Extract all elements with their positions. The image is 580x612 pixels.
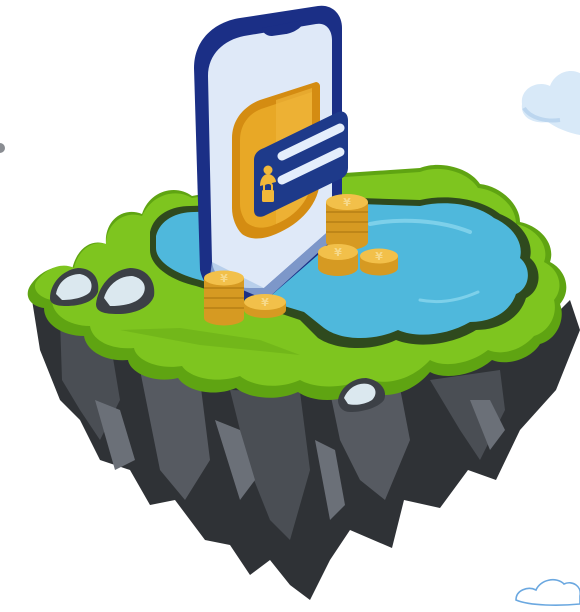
floating-island-illustration: ¥ ¥ ¥ ¥ ¥ — [0, 5, 580, 606]
grey-dot — [0, 143, 5, 153]
cloud-icon — [515, 578, 580, 606]
coin-symbol: ¥ — [220, 272, 228, 285]
coin-symbol: ¥ — [375, 250, 383, 263]
coin-stack-pond: ¥ — [318, 244, 358, 276]
coin-single: ¥ — [244, 294, 286, 318]
coin-symbol: ¥ — [261, 296, 269, 309]
illustration-scene: ¥ ¥ ¥ ¥ ¥ — [0, 0, 580, 612]
coin-symbol: ¥ — [343, 196, 351, 209]
coin-stack-left: ¥ — [204, 270, 244, 326]
coin-symbol: ¥ — [334, 246, 342, 259]
coin-stack-tall: ¥ — [326, 194, 368, 250]
coin-stack-right: ¥ — [360, 248, 398, 276]
cloud-icon — [521, 71, 580, 136]
